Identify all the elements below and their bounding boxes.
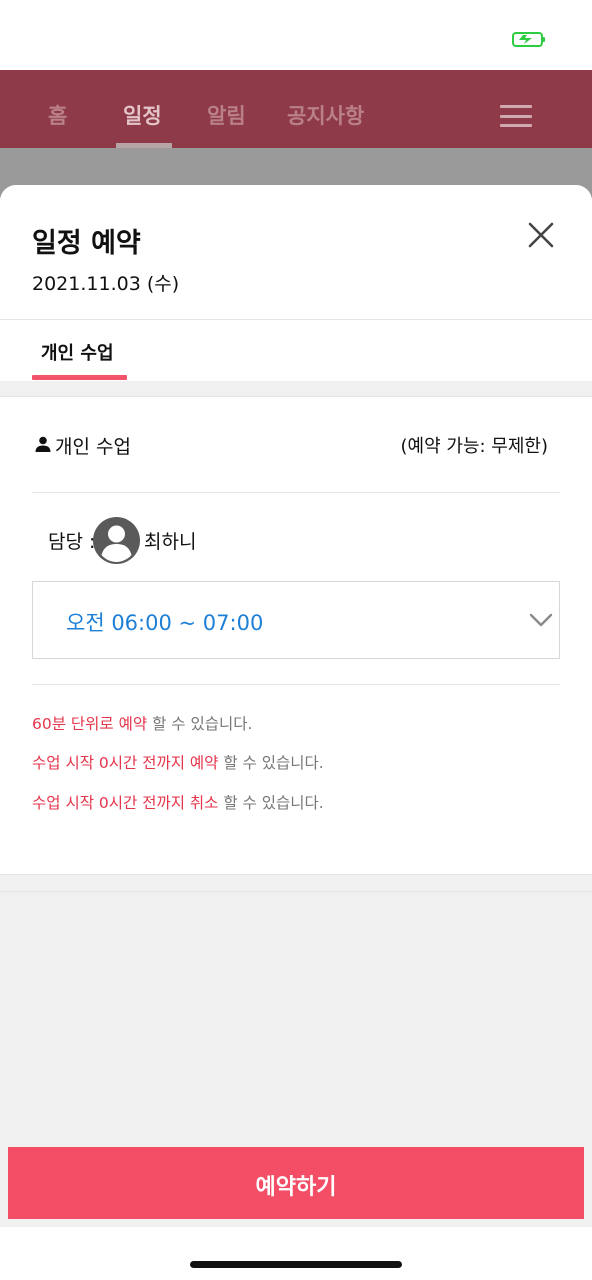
tab-active-indicator	[32, 375, 127, 380]
close-icon[interactable]	[528, 222, 554, 248]
notice-text: 할 수 있습니다.	[147, 715, 253, 733]
tab-personal-class[interactable]: 개인 수업	[32, 319, 127, 381]
instructor-row: 담당 : 최하니	[48, 515, 348, 567]
hamburger-menu-icon[interactable]	[500, 105, 532, 127]
time-select[interactable]: 오전 06:00 ~ 07:00	[32, 581, 560, 659]
divider	[32, 684, 560, 685]
class-name: 개인 수업	[55, 436, 131, 458]
nav-tab-notifications[interactable]: 알림	[207, 100, 246, 130]
reservation-sheet: 일정 예약 2021.11.03 (수) 개인 수업 개인 수업 (예약 가능:…	[0, 185, 592, 1280]
battery-icon	[512, 32, 545, 47]
notice-highlight: 수업 시작 0시간 전까지 취소	[32, 794, 219, 812]
chevron-down-icon	[529, 613, 553, 627]
notice-cancel-deadline: 수업 시작 0시간 전까지 취소 할 수 있습니다.	[32, 791, 324, 813]
nav-tab-schedule[interactable]: 일정	[123, 100, 162, 130]
notice-highlight: 수업 시작 0시간 전까지 예약	[32, 754, 219, 772]
divider	[0, 891, 592, 892]
notice-text: 할 수 있습니다.	[218, 794, 324, 812]
section-separator	[0, 381, 592, 397]
availability-text: (예약 가능: 무제한)	[400, 436, 548, 457]
notice-booking-deadline: 수업 시작 0시간 전까지 예약 할 수 있습니다.	[32, 751, 324, 773]
nav-tab-notices[interactable]: 공지사항	[287, 100, 364, 130]
class-info-row: 개인 수업 (예약 가능: 무제한)	[32, 423, 560, 463]
user-avatar-icon	[93, 517, 140, 564]
top-nav: 홈 일정 알림 공지사항	[0, 70, 592, 148]
status-bar	[0, 0, 592, 70]
notice-highlight: 60분 단위로 예약	[32, 715, 148, 733]
instructor-label: 담당 :	[48, 531, 96, 553]
person-icon	[35, 436, 51, 452]
notice-text: 할 수 있습니다.	[218, 754, 324, 772]
nav-tab-home[interactable]: 홈	[48, 100, 67, 130]
sheet-date: 2021.11.03 (수)	[32, 273, 180, 295]
notice-booking-unit: 60분 단위로 예약 할 수 있습니다.	[32, 712, 252, 734]
divider	[32, 492, 560, 493]
reserve-button[interactable]: 예약하기	[8, 1147, 584, 1219]
selected-time: 오전 06:00 ~ 07:00	[66, 611, 264, 635]
reserve-button-label: 예약하기	[255, 1174, 337, 1199]
home-indicator[interactable]	[190, 1261, 402, 1268]
sheet-title: 일정 예약	[32, 228, 141, 259]
instructor-name: 최하니	[144, 531, 197, 553]
tab-label: 개인 수업	[41, 343, 114, 364]
